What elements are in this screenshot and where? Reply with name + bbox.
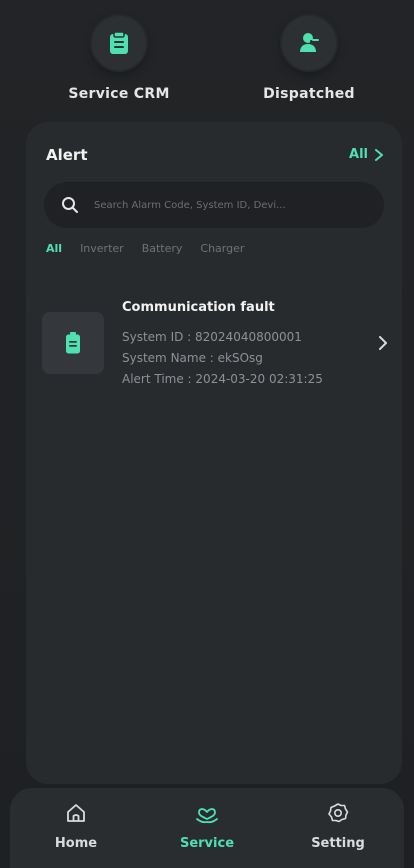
alert-card: Alert All All Inverter Battery Charger <box>26 122 402 784</box>
filter-battery[interactable]: Battery <box>142 242 183 255</box>
chevron-right-icon <box>379 336 387 350</box>
filter-all[interactable]: All <box>46 242 62 255</box>
search-icon <box>62 197 78 213</box>
alert-search-input[interactable] <box>92 198 366 212</box>
alert-search-bar[interactable] <box>44 182 384 228</box>
gear-icon <box>328 803 349 823</box>
alert-filter-tabs: All Inverter Battery Charger <box>46 242 244 255</box>
nav-home-label: Home <box>54 836 98 851</box>
alert-title: Alert <box>46 146 88 164</box>
alert-list-item[interactable]: Communication fault System ID : 82024040… <box>42 300 387 406</box>
service-crm-button[interactable]: Service CRM <box>34 16 204 102</box>
quick-actions: Service CRM Dispatched <box>0 16 414 116</box>
filter-inverter[interactable]: Inverter <box>80 242 124 255</box>
nav-service[interactable]: Service <box>147 802 267 851</box>
bottom-navigation: Home Service Setting <box>10 788 404 868</box>
home-icon <box>67 804 85 822</box>
service-crm-icon-circle <box>92 16 146 70</box>
dispatched-icon-circle <box>282 16 336 70</box>
nav-home[interactable]: Home <box>16 802 136 851</box>
technician-icon <box>300 33 319 52</box>
all-alerts-link[interactable]: All <box>349 147 384 162</box>
service-heart-icon <box>196 808 218 824</box>
service-screen: Service CRM Dispatched Alert All Search … <box>0 0 414 868</box>
nav-service-label: Service <box>179 836 235 851</box>
clipboard-icon <box>110 31 128 54</box>
service-crm-label: Service CRM <box>68 86 170 102</box>
alert-system-name: System Name : ekSOsg <box>122 351 263 365</box>
alert-time: Alert Time : 2024-03-20 02:31:25 <box>122 372 323 386</box>
all-alerts-label: All <box>349 147 368 162</box>
nav-setting[interactable]: Setting <box>278 802 398 851</box>
dispatched-label: Dispatched <box>263 86 355 102</box>
nav-setting-label: Setting <box>311 836 365 851</box>
dispatched-button[interactable]: Dispatched <box>224 16 394 102</box>
alert-icon-box <box>42 312 104 374</box>
battery-icon <box>66 332 80 354</box>
filter-charger[interactable]: Charger <box>200 242 244 255</box>
alert-system-id: System ID : 82024040800001 <box>122 330 302 344</box>
alert-fault-title: Communication fault <box>122 300 275 315</box>
alert-header: Alert All <box>46 146 384 168</box>
chevron-right-icon <box>375 148 383 161</box>
